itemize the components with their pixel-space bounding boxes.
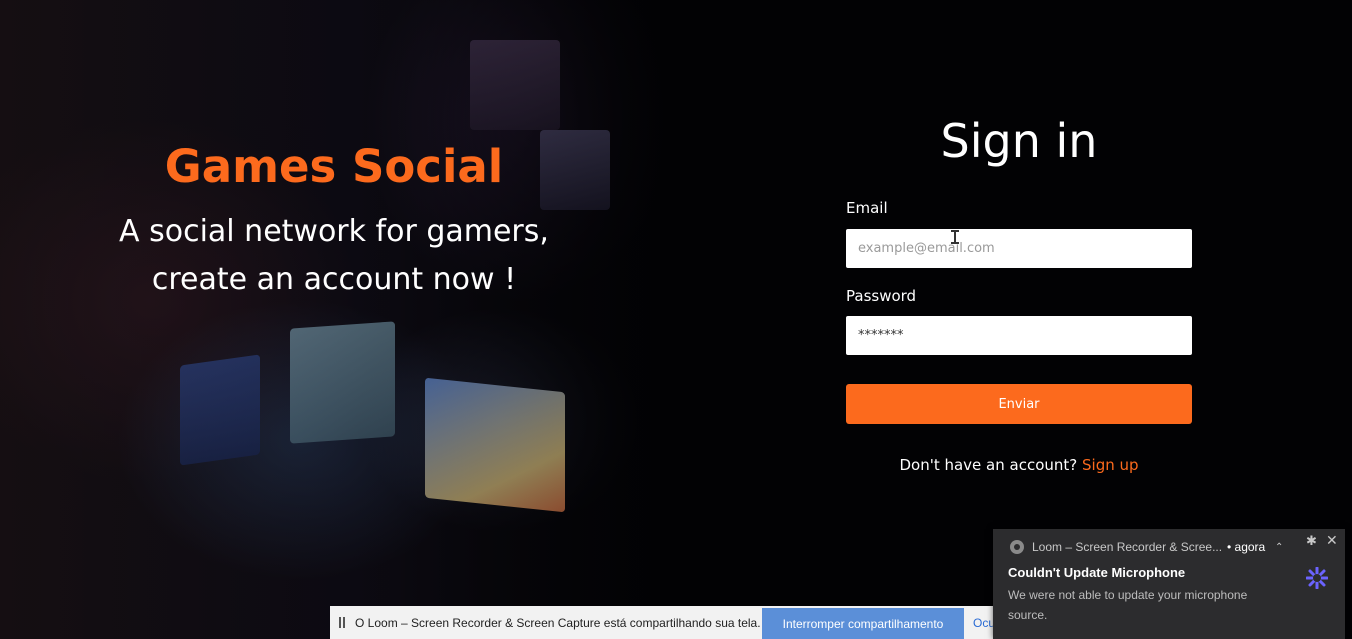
gear-icon[interactable]: ✱ <box>1306 533 1317 549</box>
password-label: Password <box>846 287 917 305</box>
text-cursor-icon <box>951 230 959 244</box>
notification-body: We were not able to update your micropho… <box>1008 588 1248 622</box>
notification-toast[interactable]: Loom – Screen Recorder & Scree... • agor… <box>993 529 1345 639</box>
sharing-message: O Loom – Screen Recorder & Screen Captur… <box>355 616 761 630</box>
loom-icon <box>1306 567 1328 589</box>
password-field[interactable] <box>846 316 1192 355</box>
page-title: Sign in <box>940 114 1098 168</box>
hero-background-image <box>470 40 560 130</box>
hero-background-image <box>180 354 260 466</box>
screen-sharing-bar: O Loom – Screen Recorder & Screen Captur… <box>330 606 1030 639</box>
hero-background-image <box>425 377 565 513</box>
stop-sharing-button[interactable]: Interromper compartilhamento <box>762 608 964 639</box>
signup-prompt: Don't have an account? Sign up <box>846 456 1192 474</box>
tagline-line-2: create an account now ! <box>151 262 517 297</box>
close-icon[interactable]: ✕ <box>1326 532 1338 549</box>
submit-button[interactable]: Enviar <box>846 384 1192 424</box>
hero-background-image <box>290 321 395 444</box>
notification-app-name: Loom – Screen Recorder & Scree... <box>1032 540 1223 554</box>
notification-time: • agora <box>1227 540 1266 554</box>
pause-icon[interactable] <box>338 617 346 628</box>
hero-tagline: A social network for gamers, create an a… <box>0 208 668 304</box>
notification-title: Couldn't Update Microphone <box>1008 565 1186 580</box>
hero-panel <box>0 0 700 639</box>
no-account-text: Don't have an account? <box>899 456 1083 474</box>
tagline-line-1: A social network for gamers, <box>119 214 549 249</box>
chrome-icon <box>1010 540 1024 554</box>
signup-link[interactable]: Sign up <box>1082 456 1139 474</box>
email-field[interactable] <box>846 229 1192 268</box>
brand-title: Games Social <box>164 140 504 193</box>
chevron-up-icon[interactable]: ⌃ <box>1275 542 1283 553</box>
email-label: Email <box>846 199 888 217</box>
